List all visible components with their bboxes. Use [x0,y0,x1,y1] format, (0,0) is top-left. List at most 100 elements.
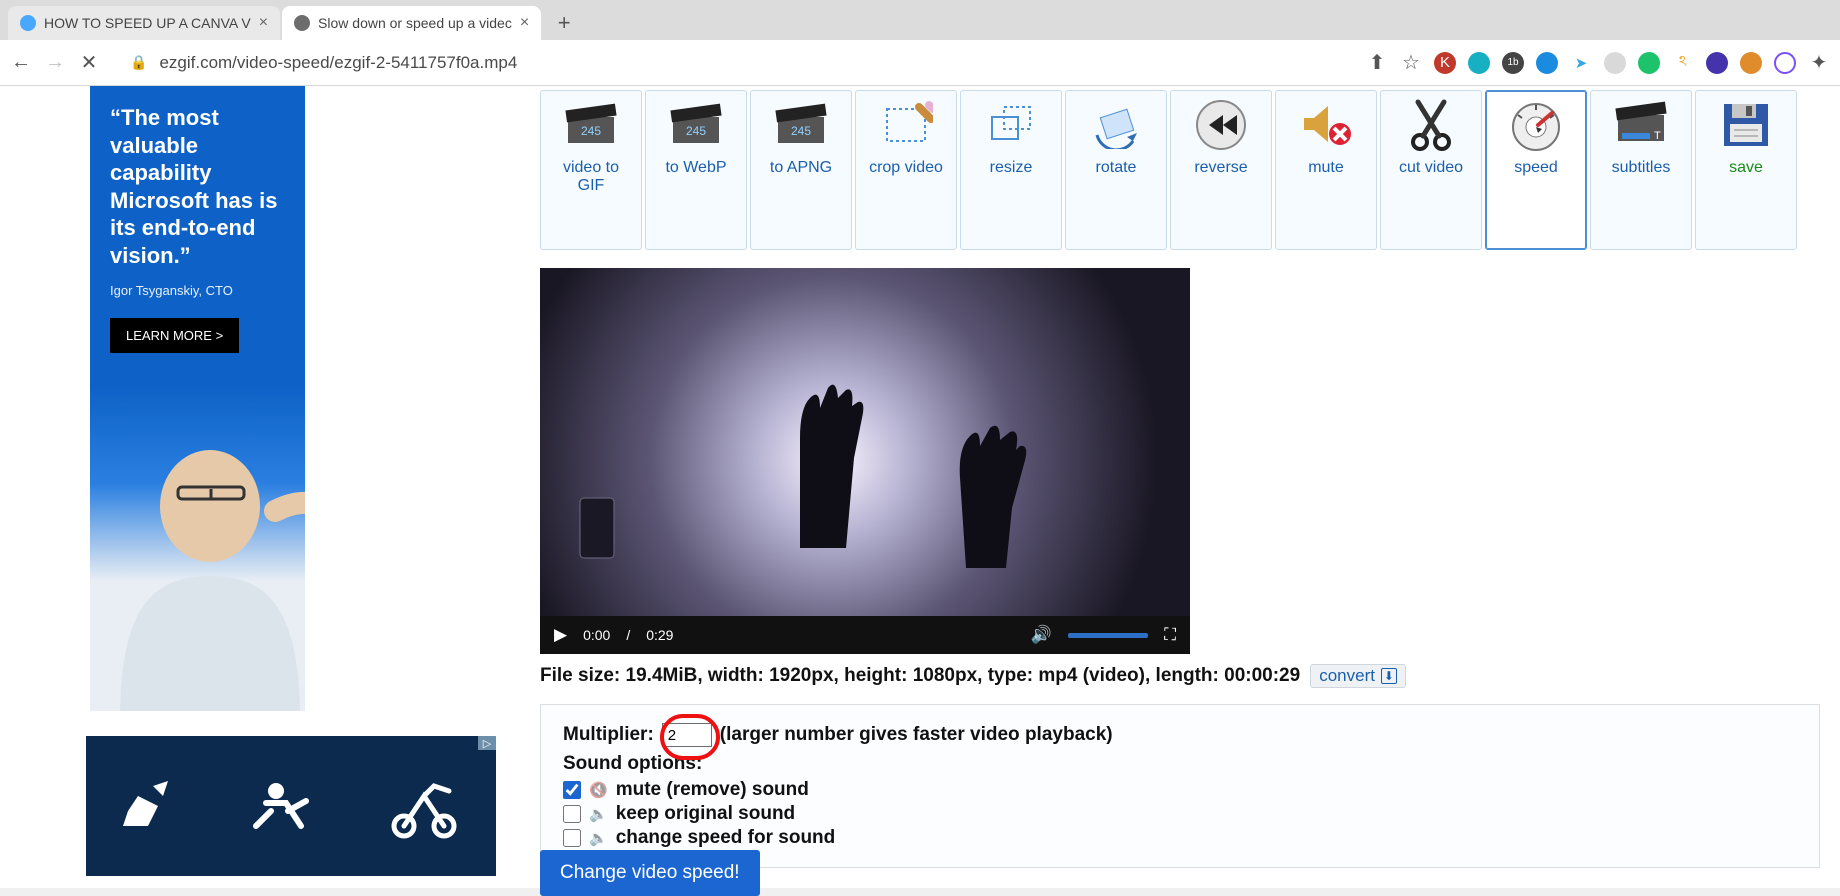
speaker-icon: 🔈 [589,829,608,847]
ad-graphic-icon [379,771,469,841]
tool-to-apng[interactable]: 245 to APNG [750,90,852,250]
bookmark-icon[interactable]: ☆ [1400,50,1422,75]
extension-icon[interactable] [1468,52,1490,74]
tab-close-icon[interactable]: × [259,15,268,31]
change-checkbox[interactable] [563,829,581,847]
extension-icon[interactable]: 1b [1502,52,1524,74]
svg-text:245: 245 [581,124,601,138]
sidebar-ad[interactable]: “The most valuable capability Microsoft … [90,86,305,711]
svg-text:T: T [1654,130,1661,142]
back-icon[interactable]: ← [10,51,32,74]
change-speed-button[interactable]: Change video speed! [540,850,760,896]
tool-label: to WebP [665,159,726,177]
clapper-icon: 245 [666,97,726,153]
subtitles-icon: T [1611,97,1671,153]
tool-save[interactable]: save [1695,90,1797,250]
tool-resize[interactable]: resize [960,90,1062,250]
tool-to-webp[interactable]: 245 to WebP [645,90,747,250]
address-url[interactable]: ezgif.com/video-speed/ezgif-2-5411757f0a… [159,53,517,73]
mute-icon [1296,97,1356,153]
tool-toolbar: 245 video to GIF 245 to WebP 245 to APNG… [540,86,1820,256]
floppy-icon [1716,97,1776,153]
option-change[interactable]: 🔈 change speed for sound [563,827,1797,849]
option-label: keep original sound [616,803,795,825]
keep-checkbox[interactable] [563,805,581,823]
download-icon: ⬇ [1381,668,1397,684]
option-mute[interactable]: 🔇 mute (remove) sound [563,779,1797,801]
extension-icon[interactable]: ঽ [1672,52,1694,74]
extension-icon[interactable]: K [1434,52,1456,74]
forward-icon[interactable]: → [44,51,66,74]
ad-cta-button[interactable]: LEARN MORE > [110,318,239,353]
ad-graphic-icon [246,771,326,841]
svg-text:245: 245 [686,124,706,138]
speed-options-form: Multiplier: (larger number gives faster … [540,704,1820,868]
extensions-menu-icon[interactable]: ✦ [1808,50,1830,75]
gauge-icon [1506,97,1566,153]
option-label: change speed for sound [616,827,836,849]
tool-video-to-gif[interactable]: 245 video to GIF [540,90,642,250]
extension-icon[interactable]: ➤ [1570,52,1592,74]
share-icon[interactable]: ⬆︎ [1366,50,1388,75]
multiplier-label: Multiplier: [563,724,654,746]
tab-title: HOW TO SPEED UP A CANVA V [44,15,251,31]
tool-reverse[interactable]: reverse [1170,90,1272,250]
tool-subtitles[interactable]: T subtitles [1590,90,1692,250]
extension-icon[interactable] [1638,52,1660,74]
bottom-ad[interactable]: ▷ [86,736,496,876]
option-keep[interactable]: 🔈 keep original sound [563,803,1797,825]
tool-label: mute [1308,159,1344,177]
extension-icon[interactable] [1604,52,1626,74]
tool-label: rotate [1096,159,1137,177]
speaker-muted-icon: 🔇 [589,781,608,799]
tool-mute[interactable]: mute [1275,90,1377,250]
video-frame [540,268,1190,616]
volume-icon[interactable]: 🔊 [1031,625,1052,645]
sound-options-header: Sound options: [563,753,1797,775]
tool-label: cut video [1399,159,1463,177]
tab-favicon [20,15,36,31]
play-icon[interactable]: ▶ [554,625,567,645]
time-separator: / [626,627,630,643]
speaker-icon: 🔈 [589,805,608,823]
tool-label: speed [1514,159,1558,177]
video-player[interactable]: ▶ 0:00 / 0:29 🔊 ⛶ [540,268,1190,654]
multiplier-input[interactable] [662,723,712,747]
crop-icon [876,97,936,153]
tool-speed[interactable]: speed [1485,90,1587,250]
page-content: “The most valuable capability Microsoft … [0,86,1840,888]
browser-tab[interactable]: Slow down or speed up a videc × [282,6,541,40]
stop-icon[interactable]: ✕ [78,50,100,75]
resize-icon [981,97,1041,153]
browser-toolbar: ← → ✕ 🔒 ezgif.com/video-speed/ezgif-2-54… [0,40,1840,86]
ad-badge-icon: ▷ [478,736,496,750]
fullscreen-icon[interactable]: ⛶ [1164,625,1176,645]
browser-tab-bar: HOW TO SPEED UP A CANVA V × Slow down or… [0,0,1840,40]
clapper-icon: 245 [561,97,621,153]
scissors-icon [1401,97,1461,153]
extension-icon[interactable] [1536,52,1558,74]
tool-label: video to GIF [563,159,619,196]
tool-crop-video[interactable]: crop video [855,90,957,250]
browser-tab[interactable]: HOW TO SPEED UP A CANVA V × [8,6,280,40]
mute-checkbox[interactable] [563,781,581,799]
tab-close-icon[interactable]: × [520,15,529,31]
video-total-time: 0:29 [646,627,673,643]
tool-label: resize [990,159,1033,177]
tool-label: reverse [1194,159,1247,177]
toolbar-actions: ⬆︎ ☆ K 1b ➤ ঽ ✦ [1366,50,1830,75]
tool-cut-video[interactable]: cut video [1380,90,1482,250]
extension-icon[interactable] [1740,52,1762,74]
tab-title: Slow down or speed up a videc [318,15,512,31]
tool-rotate[interactable]: rotate [1065,90,1167,250]
volume-slider[interactable] [1068,633,1148,638]
tool-label: save [1729,159,1763,177]
extension-icon[interactable] [1774,52,1796,74]
new-tab-button[interactable]: + [549,8,579,38]
extension-icon[interactable] [1706,52,1728,74]
convert-button[interactable]: convert ⬇ [1310,664,1406,688]
lock-icon[interactable]: 🔒 [130,54,147,71]
tool-label: to APNG [770,159,832,177]
rotate-icon [1086,97,1146,153]
video-current-time: 0:00 [583,627,610,643]
